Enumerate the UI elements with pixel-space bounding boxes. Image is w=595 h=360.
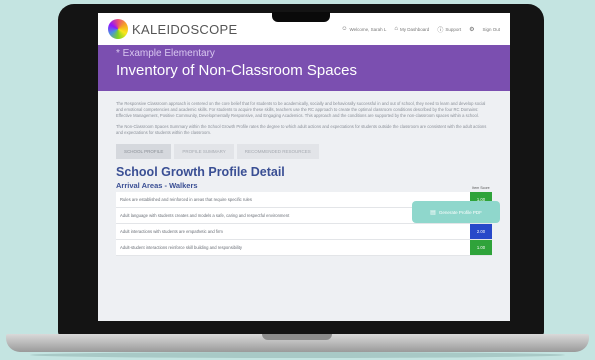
item-score-badge: 2.00	[470, 224, 492, 240]
settings-button[interactable]: ⚙	[469, 26, 474, 33]
profile-tabs: SCHOOL PROFILE PROFILE SUMMARY RECOMMEND…	[98, 140, 510, 160]
generate-profile-pdf-button[interactable]: ▤ Generate Profile PDF	[412, 201, 500, 223]
table-row: Adult-student interactions reinforce ski…	[116, 240, 492, 257]
intro-text: The Responsive Classroom approach is cen…	[98, 91, 510, 140]
intro-paragraph: The Non-Classroom Spaces Summary within …	[116, 123, 487, 135]
main-content: The Responsive Classroom approach is cen…	[98, 91, 510, 321]
gear-icon: ⚙	[469, 26, 475, 33]
intro-paragraph: The Responsive Classroom approach is cen…	[116, 101, 486, 119]
row-item-text: Adult-student interactions reinforce ski…	[120, 245, 242, 251]
page-banner: * Example Elementary Inventory of Non-Cl…	[98, 45, 510, 91]
document-icon: ▤	[430, 209, 436, 216]
tab-school-profile[interactable]: SCHOOL PROFILE	[116, 144, 172, 160]
my-dashboard-link[interactable]: ⌂ My Dashboard	[394, 26, 429, 32]
generate-label: Generate Profile PDF	[438, 209, 482, 215]
welcome-text: Welcome, Sarah L	[349, 26, 387, 32]
support-label: Support	[445, 26, 462, 32]
page-title: Inventory of Non-Classroom Spaces	[116, 62, 357, 79]
support-link[interactable]: ⓘ Support	[437, 25, 461, 34]
table-row: Adult interactions with students are emp…	[116, 224, 492, 241]
brand-logo[interactable]: KALEIDOSCOPE	[108, 19, 237, 39]
sign-out-link[interactable]: Sign Out	[482, 27, 500, 32]
kaleidoscope-logo-icon	[108, 19, 128, 39]
user-nav: ☺ Welcome, Sarah L ⌂ My Dashboard ⓘ Supp…	[341, 25, 500, 34]
app-screen: KALEIDOSCOPE ☺ Welcome, Sarah L ⌂ My Das…	[98, 13, 510, 321]
section-header: Arrival Areas - Walkers Item Score	[116, 181, 492, 190]
school-name: * Example Elementary	[116, 48, 215, 59]
tab-recommended-resources[interactable]: RECOMMENDED RESOURCES	[236, 144, 319, 160]
home-icon: ⌂	[394, 26, 399, 32]
dashboard-label: My Dashboard	[400, 26, 430, 32]
brand-name: KALEIDOSCOPE	[132, 21, 238, 37]
section-title: Arrival Areas - Walkers	[116, 181, 198, 191]
score-column-header: Item Score	[472, 186, 490, 191]
item-score-badge: 1.00	[470, 240, 492, 256]
laptop-base-notch	[262, 334, 332, 340]
user-icon: ☺	[341, 26, 348, 32]
help-icon: ⓘ	[437, 27, 444, 34]
signout-label: Sign Out	[482, 26, 500, 32]
laptop-shadow	[30, 352, 565, 358]
row-item-text: Adult interactions with students are emp…	[120, 229, 223, 235]
camera-notch	[272, 12, 330, 22]
welcome-user[interactable]: ☺ Welcome, Sarah L	[341, 26, 386, 32]
detail-title: School Growth Profile Detail	[116, 165, 285, 180]
tab-profile-summary[interactable]: PROFILE SUMMARY	[174, 144, 234, 160]
